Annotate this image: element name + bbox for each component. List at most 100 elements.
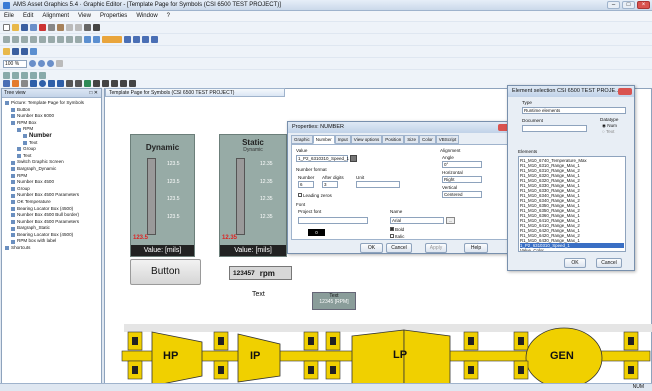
- same-height-icon[interactable]: [66, 36, 73, 43]
- menu-properties[interactable]: Properties: [100, 13, 127, 19]
- ungroup-icon[interactable]: [93, 36, 100, 43]
- number-digits-field[interactable]: 6: [298, 181, 314, 188]
- trend-tool-icon[interactable]: [111, 80, 118, 87]
- tab-size[interactable]: Size: [404, 135, 420, 144]
- element-cancel-button[interactable]: Cancel: [596, 258, 622, 268]
- after-digits-field[interactable]: 3: [322, 181, 338, 188]
- tree-item[interactable]: Group: [3, 186, 100, 193]
- save-icon[interactable]: [21, 24, 28, 31]
- vertical-select[interactable]: Centered: [442, 191, 482, 198]
- distribute-icon[interactable]: [75, 36, 82, 43]
- symbol-tool-icon[interactable]: [129, 80, 136, 87]
- same-width-icon[interactable]: [57, 36, 64, 43]
- align-bottom-icon[interactable]: [48, 36, 55, 43]
- minimize-button[interactable]: –: [607, 1, 620, 9]
- new-icon[interactable]: [3, 24, 10, 31]
- text-number-box[interactable]: Text 12345 [RPM]: [312, 292, 356, 310]
- cut-icon[interactable]: [39, 24, 46, 31]
- tree-item[interactable]: RPM: [3, 126, 100, 133]
- tree-item[interactable]: Shortcuts: [3, 245, 100, 252]
- tree-item[interactable]: RPM: [3, 173, 100, 180]
- angle-select[interactable]: 0°: [442, 161, 482, 168]
- zoom-in-icon[interactable]: [29, 60, 36, 67]
- select-tool-icon[interactable]: [3, 80, 10, 87]
- properties-help-button[interactable]: Help: [464, 243, 488, 253]
- element-ok-button[interactable]: OK: [564, 258, 586, 268]
- elements-list[interactable]: R1_M10_6740_Temperature_Max R1_M10_6310_R…: [518, 156, 626, 252]
- type-select[interactable]: Runtime elements: [522, 107, 626, 114]
- align-left-icon[interactable]: [3, 36, 10, 43]
- lock-icon[interactable]: [30, 72, 37, 79]
- tab-graphic[interactable]: Graphic: [291, 135, 313, 144]
- project-font-select[interactable]: [298, 217, 368, 224]
- tree-item[interactable]: RPM box with label: [3, 238, 100, 245]
- image-tool-icon[interactable]: [84, 80, 91, 87]
- back-icon[interactable]: [133, 36, 140, 43]
- unit-field[interactable]: [356, 181, 400, 188]
- pie-tool-icon[interactable]: [57, 80, 64, 87]
- sample-button[interactable]: Button: [130, 259, 201, 285]
- ellipse-tool-icon[interactable]: [39, 80, 46, 87]
- align-right-icon[interactable]: [21, 36, 28, 43]
- italic-checkbox[interactable]: Italic: [390, 234, 404, 239]
- copy-icon[interactable]: [48, 24, 55, 31]
- open-icon[interactable]: [12, 24, 19, 31]
- close-button[interactable]: ×: [637, 1, 650, 9]
- value-field[interactable]: 1_P2_6310310_Speed_1: [296, 155, 349, 162]
- paste-icon[interactable]: [57, 24, 64, 31]
- folder-icon[interactable]: [3, 48, 10, 55]
- tree-item[interactable]: Number Box 4500 Parameters: [3, 192, 100, 199]
- tree-item[interactable]: Bearing Locator Box (4500): [3, 232, 100, 239]
- document-select[interactable]: [522, 125, 587, 132]
- zoom-fit-icon[interactable]: [47, 60, 54, 67]
- tab-input[interactable]: Input: [334, 135, 351, 144]
- align-center-icon[interactable]: [12, 36, 19, 43]
- layers-icon[interactable]: [21, 72, 28, 79]
- properties-cancel-button[interactable]: Cancel: [386, 243, 412, 253]
- tree-item[interactable]: Bearing Locator Box (4500): [3, 206, 100, 213]
- menu-view[interactable]: View: [78, 13, 91, 19]
- gauge-dynamic[interactable]: Dynamic 123.5 123.5 123.5 123.5 123.5 Va…: [130, 134, 195, 257]
- tree-item[interactable]: Bargraph_Static: [3, 225, 100, 232]
- bold-checkbox[interactable]: Bold: [390, 227, 404, 232]
- tree-item[interactable]: Bargraph_Dynamic: [3, 166, 100, 173]
- align-middle-icon[interactable]: [39, 36, 46, 43]
- font-name-field[interactable]: Arial: [390, 217, 444, 224]
- tree-item[interactable]: OK Temperature: [3, 199, 100, 206]
- properties-ok-button[interactable]: OK: [360, 243, 383, 253]
- zoom-select[interactable]: 100 %: [3, 59, 27, 68]
- polygon-tool-icon[interactable]: [48, 80, 55, 87]
- preview-icon[interactable]: [84, 24, 91, 31]
- text-tool-icon[interactable]: [66, 80, 73, 87]
- import-icon[interactable]: [30, 48, 37, 55]
- button-tool-icon[interactable]: [93, 80, 100, 87]
- tab-vbscript[interactable]: VBScript: [435, 135, 460, 144]
- font-browse-button[interactable]: ...: [446, 217, 455, 224]
- horizontal-select[interactable]: Right: [442, 176, 482, 183]
- zoom-out-icon[interactable]: [38, 60, 45, 67]
- element-list-item[interactable]: Value_Color: [520, 248, 624, 251]
- print-icon[interactable]: [30, 24, 37, 31]
- leading-zeros-checkbox[interactable]: Leading zeros: [298, 193, 332, 198]
- tree-item[interactable]: Number: [3, 133, 100, 140]
- grid-icon[interactable]: [3, 72, 10, 79]
- tab-number[interactable]: Number: [312, 135, 335, 144]
- tree-item[interactable]: RPM Box: [3, 120, 100, 127]
- browse-elements-icon[interactable]: [350, 155, 357, 162]
- datatype-text-radio[interactable]: ○ Text: [602, 129, 614, 134]
- forward-icon[interactable]: [142, 36, 149, 43]
- tree-item[interactable]: Number Box 4500: [3, 179, 100, 186]
- group-icon[interactable]: [84, 36, 91, 43]
- table-tool-icon[interactable]: [120, 80, 127, 87]
- document-tab[interactable]: Template Page for Symbols (CSI 6500 TEST…: [105, 88, 285, 97]
- tree-item[interactable]: Group: [3, 146, 100, 153]
- element-dialog-close-button[interactable]: [618, 88, 632, 95]
- tree-item[interactable]: Picture: Template Page for Symbols: [3, 100, 100, 107]
- bargraph-tool-icon[interactable]: [102, 80, 109, 87]
- rpm-box[interactable]: 123457 rpm: [229, 266, 292, 280]
- tree-item[interactable]: Text: [3, 153, 100, 160]
- menu-file[interactable]: Eile: [4, 13, 14, 19]
- tree-item[interactable]: Number Box 4500 Bull border): [3, 212, 100, 219]
- disk-icon[interactable]: [12, 48, 19, 55]
- front-icon[interactable]: [124, 36, 131, 43]
